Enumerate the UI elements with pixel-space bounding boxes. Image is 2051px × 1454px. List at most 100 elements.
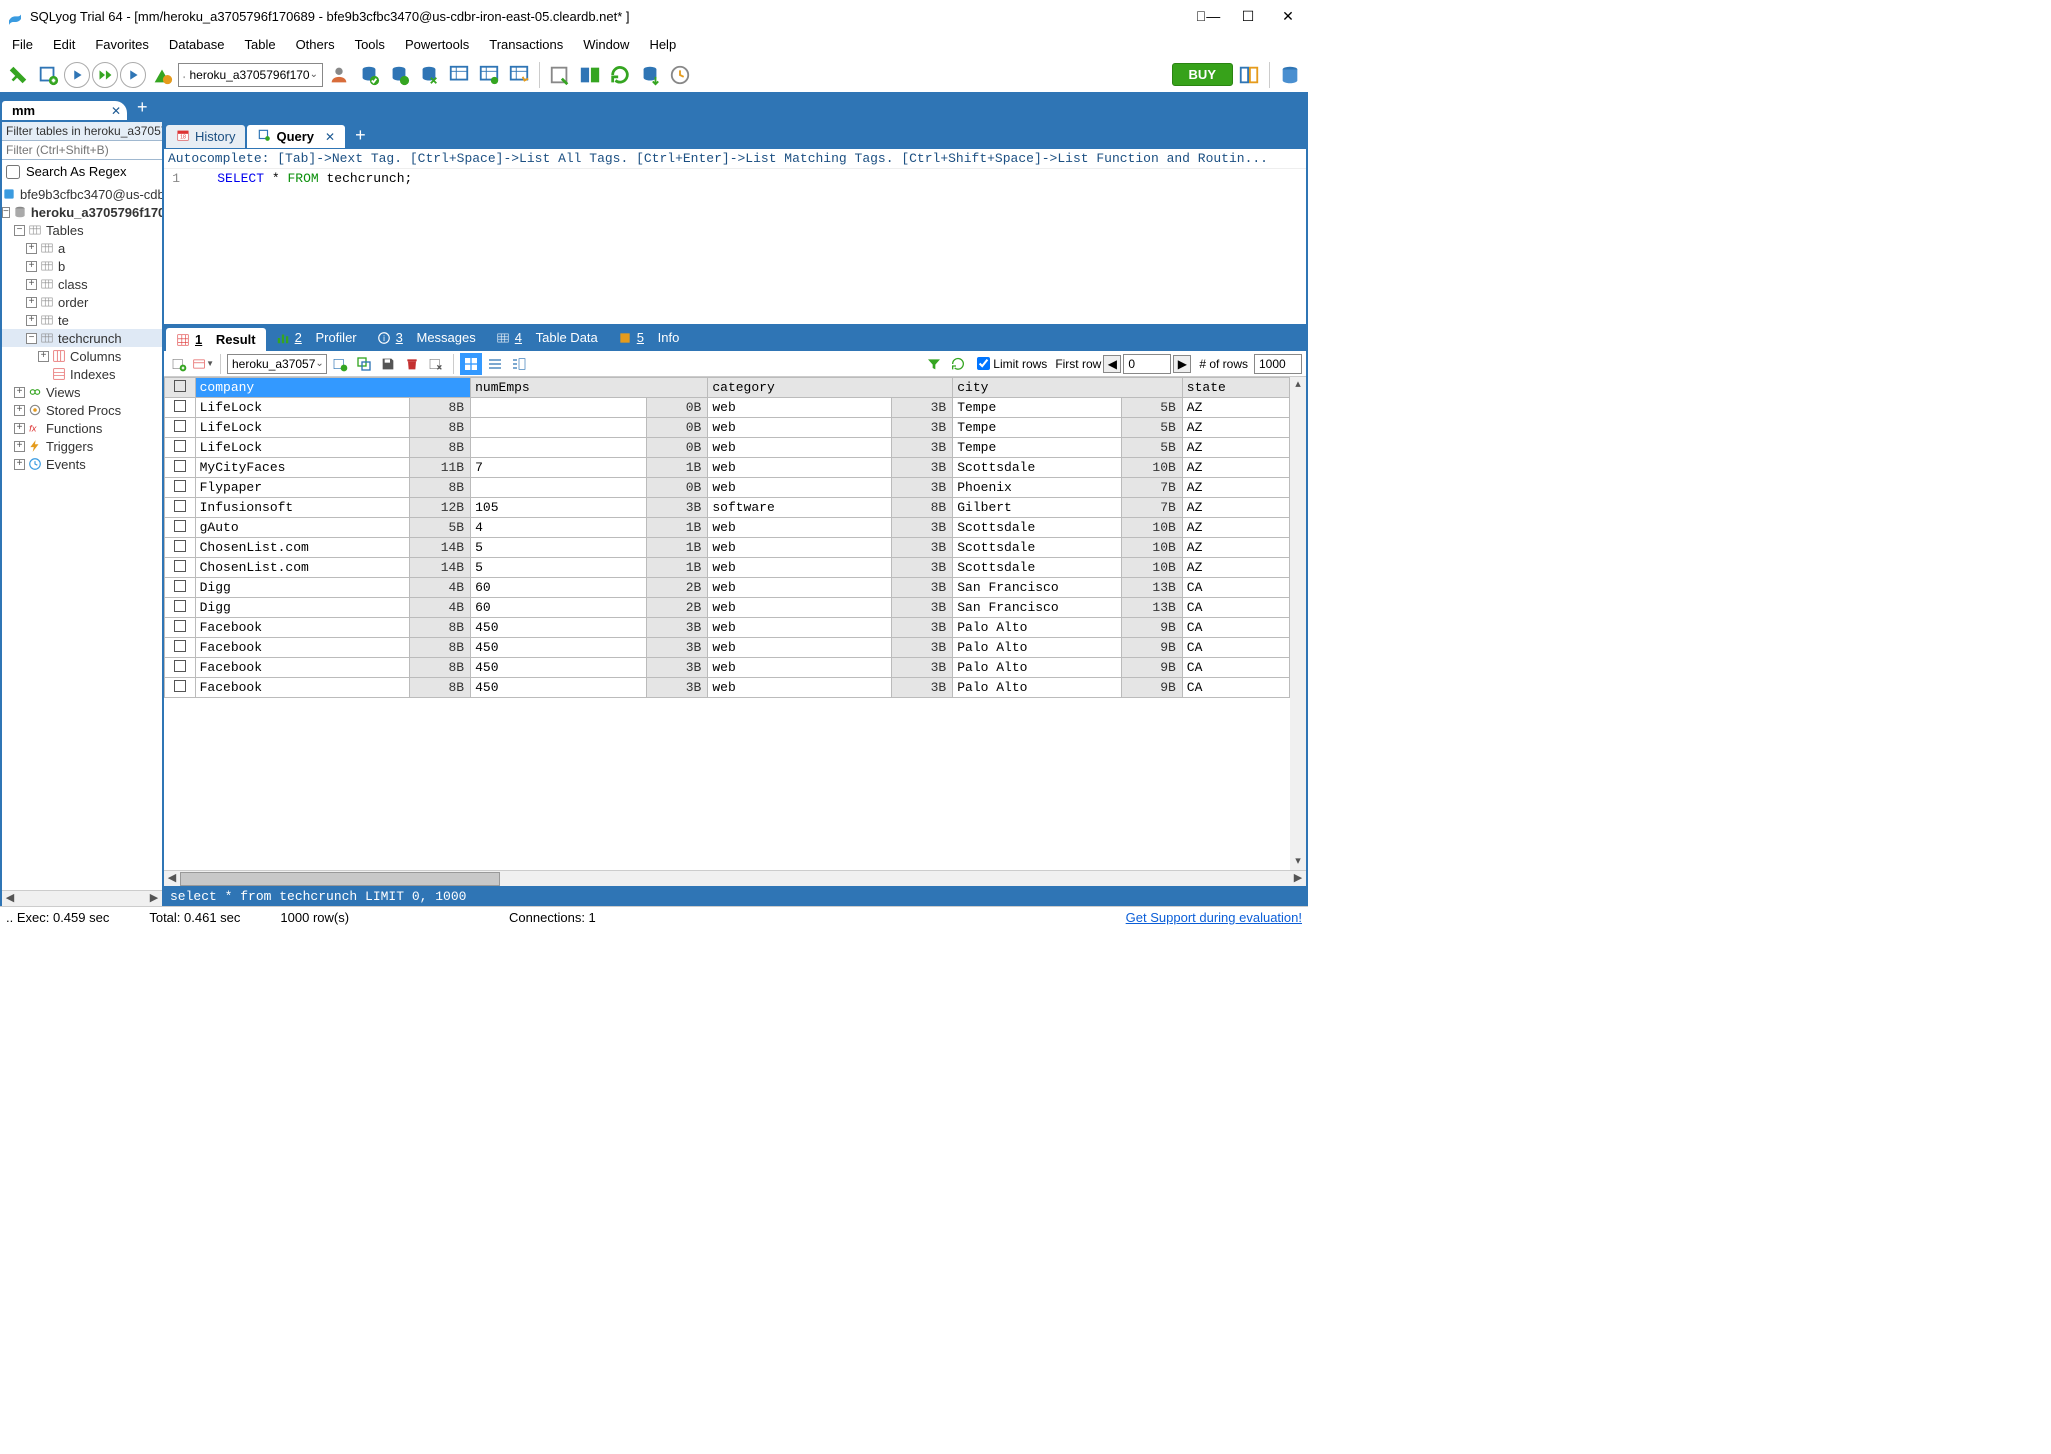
cell-numemps[interactable]: 60 [471, 598, 647, 618]
menu-help[interactable]: Help [639, 34, 686, 55]
database-selector[interactable]: heroku_a3705796f170 ⌄ [178, 63, 323, 87]
add-editor-tab-button[interactable]: + [355, 126, 366, 144]
cell-city[interactable]: San Francisco [953, 598, 1121, 618]
tree-node[interactable]: +class [2, 275, 162, 293]
tree-node[interactable]: −heroku_a3705796f170689 [2, 203, 162, 221]
menu-transactions[interactable]: Transactions [479, 34, 573, 55]
cell-category[interactable]: web [708, 518, 892, 538]
table-row[interactable]: Facebook8B4503Bweb3BPalo Alto9BCA [165, 658, 1290, 678]
cell-state[interactable]: CA [1182, 578, 1289, 598]
user-icon[interactable] [325, 61, 353, 89]
row-checkbox[interactable] [174, 440, 186, 452]
execute-explain-icon[interactable] [120, 62, 146, 88]
cell-numemps[interactable] [471, 478, 647, 498]
table-row[interactable]: Flypaper8B0Bweb3BPhoenix7BAZ [165, 478, 1290, 498]
menu-powertools[interactable]: Powertools [395, 34, 479, 55]
buy-button[interactable]: BUY [1172, 63, 1233, 86]
filter-icon[interactable] [923, 353, 945, 375]
cell-category[interactable]: web [708, 598, 892, 618]
next-page-button[interactable]: ▶ [1173, 355, 1191, 373]
cell-numemps[interactable]: 60 [471, 578, 647, 598]
save-icon[interactable] [377, 353, 399, 375]
sync-db2-icon[interactable] [385, 61, 413, 89]
execute-query-icon[interactable] [64, 62, 90, 88]
sync-db1-icon[interactable] [355, 61, 383, 89]
tree-node[interactable]: −techcrunch [2, 329, 162, 347]
cell-city[interactable]: Gilbert [953, 498, 1121, 518]
minimize-button[interactable]: — [1188, 0, 1228, 32]
cell-numemps[interactable]: 5 [471, 558, 647, 578]
stop-icon[interactable] [148, 61, 176, 89]
cell-state[interactable]: AZ [1182, 458, 1289, 478]
grid-hscrollbar[interactable]: ◀▶ [164, 870, 1306, 886]
add-row-icon[interactable] [168, 353, 190, 375]
row-checkbox[interactable] [174, 480, 186, 492]
form-view-icon[interactable]: ▼ [192, 353, 214, 375]
menu-table[interactable]: Table [234, 34, 285, 55]
row-checkbox[interactable] [174, 460, 186, 472]
firstrow-input[interactable] [1123, 354, 1171, 374]
cell-numemps[interactable]: 450 [471, 618, 647, 638]
cell-numemps[interactable] [471, 418, 647, 438]
cell-company[interactable]: Facebook [195, 638, 409, 658]
schedule-icon[interactable] [666, 61, 694, 89]
row-checkbox[interactable] [174, 660, 186, 672]
tree-node[interactable]: +Columns [2, 347, 162, 365]
cell-state[interactable]: AZ [1182, 558, 1289, 578]
insert-icon[interactable] [329, 353, 351, 375]
menu-others[interactable]: Others [286, 34, 345, 55]
table-row[interactable]: ChosenList.com14B51Bweb3BScottsdale10BAZ [165, 558, 1290, 578]
cell-company[interactable]: Facebook [195, 618, 409, 638]
new-connection-icon[interactable] [4, 61, 32, 89]
refresh-result-icon[interactable] [947, 353, 969, 375]
cell-company[interactable]: LifeLock [195, 438, 409, 458]
cell-category[interactable]: web [708, 638, 892, 658]
regex-checkbox[interactable] [6, 165, 20, 179]
result-db-selector[interactable]: heroku_a37057⌄ [227, 354, 327, 374]
cell-state[interactable]: AZ [1182, 438, 1289, 458]
limit-rows-checkbox[interactable] [977, 357, 990, 370]
col-header[interactable]: city [953, 378, 1183, 398]
col-header[interactable]: numEmps [471, 378, 708, 398]
new-query-icon[interactable] [34, 61, 62, 89]
sync-db3-icon[interactable] [415, 61, 443, 89]
cell-category[interactable]: web [708, 438, 892, 458]
filter-input[interactable] [2, 141, 162, 160]
cell-company[interactable]: Facebook [195, 678, 409, 698]
row-checkbox[interactable] [174, 620, 186, 632]
text-view-icon[interactable] [484, 353, 506, 375]
refresh-icon[interactable] [606, 61, 634, 89]
cell-state[interactable]: CA [1182, 598, 1289, 618]
cell-state[interactable]: AZ [1182, 518, 1289, 538]
row-checkbox[interactable] [174, 580, 186, 592]
schema-sync-icon[interactable] [576, 61, 604, 89]
result-grid[interactable]: companynumEmpscategorycitystateLifeLock8… [164, 377, 1290, 698]
delete-icon[interactable] [401, 353, 423, 375]
connection-tab-mm[interactable]: mm ✕ [2, 101, 127, 120]
messages-tab[interactable]: i 3 Messages [367, 324, 486, 351]
cell-numemps[interactable]: 450 [471, 638, 647, 658]
row-checkbox[interactable] [174, 640, 186, 652]
cell-category[interactable]: web [708, 578, 892, 598]
cell-city[interactable]: San Francisco [953, 578, 1121, 598]
execute-all-icon[interactable] [92, 62, 118, 88]
menu-edit[interactable]: Edit [43, 34, 85, 55]
close-button[interactable]: ✕ [1268, 0, 1308, 32]
table-row[interactable]: Infusionsoft12B1053Bsoftware8BGilbert7BA… [165, 498, 1290, 518]
cell-company[interactable]: Infusionsoft [195, 498, 409, 518]
cell-city[interactable]: Scottsdale [953, 458, 1121, 478]
result-tab[interactable]: 1 Result [166, 328, 266, 351]
cell-category[interactable]: web [708, 658, 892, 678]
table-tool2-icon[interactable] [475, 61, 503, 89]
query-builder-icon[interactable] [546, 61, 574, 89]
history-tab[interactable]: 18 History [166, 125, 245, 148]
cell-city[interactable]: Palo Alto [953, 658, 1121, 678]
cell-company[interactable]: gAuto [195, 518, 409, 538]
table-tool1-icon[interactable] [445, 61, 473, 89]
col-header[interactable]: company [195, 378, 471, 398]
cell-category[interactable]: web [708, 418, 892, 438]
cell-company[interactable]: LifeLock [195, 418, 409, 438]
cell-category[interactable]: web [708, 398, 892, 418]
menu-tools[interactable]: Tools [345, 34, 395, 55]
cell-city[interactable]: Scottsdale [953, 538, 1121, 558]
